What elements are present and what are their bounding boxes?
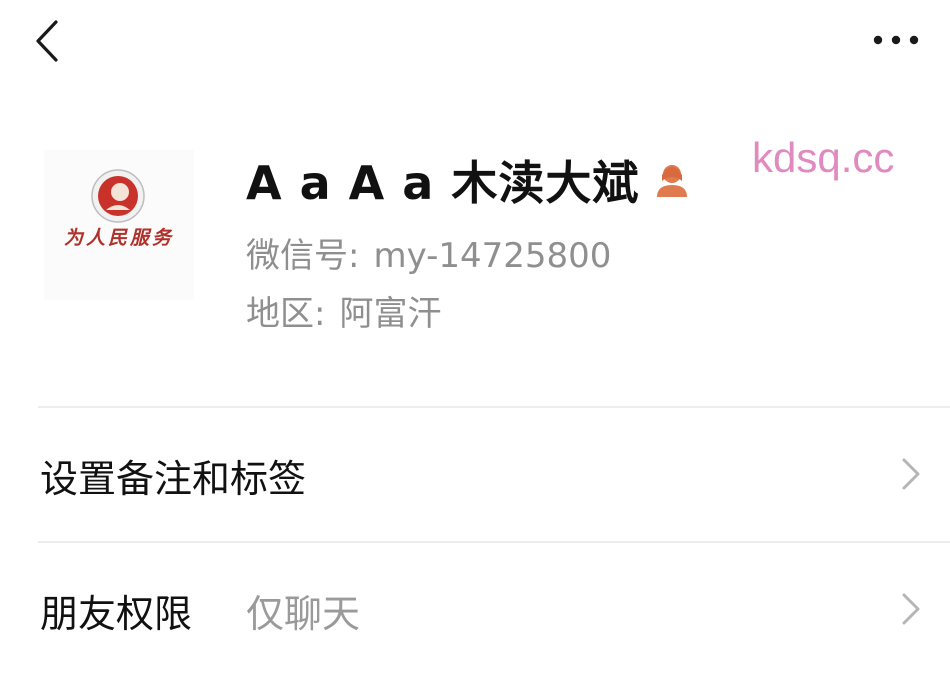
menu-item-friend-permissions[interactable]: 朋友权限 仅聊天 [0,543,950,677]
menu-item-label: 设置备注和标签 [40,457,307,501]
watermark-text: kdsq.cc [752,134,895,181]
name-row: A a A a 木渎大斌 [246,148,691,212]
chevron-left-icon [36,20,58,62]
chevron-right-icon [902,593,920,625]
avatar-image: 为人民服务 [64,169,174,249]
region-value: 阿富汗 [339,294,442,334]
female-user-icon [657,165,688,197]
back-button[interactable] [28,18,68,64]
menu-item-remarks-tags[interactable]: 设置备注和标签 [0,408,950,542]
wechat-id-value: my-14725800 [373,236,612,276]
menu-item-value: 仅聊天 [246,592,361,636]
top-bar [0,0,950,90]
chevron-right-icon [902,458,920,490]
wechat-id-line: 微信号: my-14725800 [246,228,611,277]
avatar[interactable]: 为人民服务 [44,150,194,300]
menu-item-label: 朋友权限 [40,592,193,636]
avatar-text: 为人民服务 [64,227,174,249]
region-label: 地区: [246,294,326,334]
more-dots-icon [873,35,919,45]
contact-name: A a A a 木渎大斌 [246,156,640,210]
more-button[interactable] [866,22,926,58]
region-line: 地区: 阿富汗 [246,286,441,335]
wechat-id-label: 微信号: [246,236,360,276]
